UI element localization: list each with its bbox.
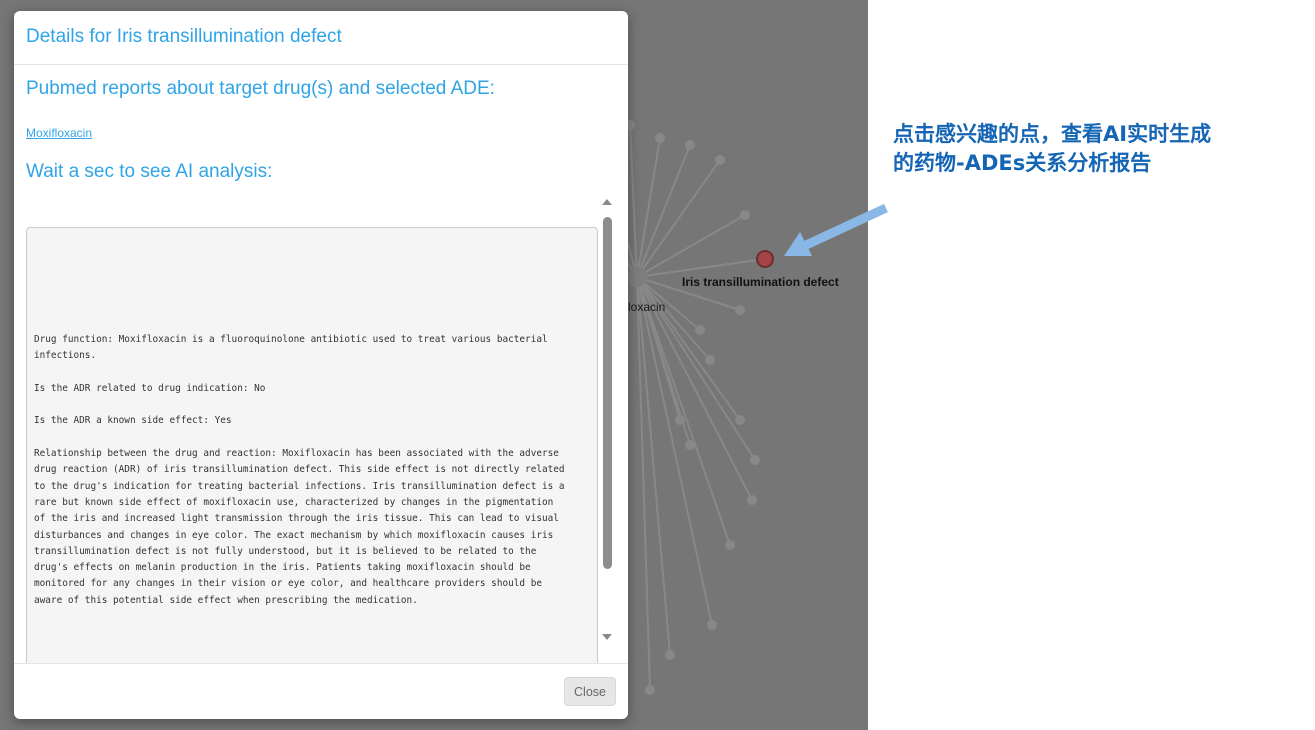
modal-body-scroll-area[interactable]: Drug function: Moxifloxacin is a fluoroq… — [14, 191, 628, 663]
modal-header: Details for Iris transillumination defec… — [14, 11, 628, 65]
graph-node[interactable] — [735, 305, 745, 315]
drug-node-label: loxacin — [628, 300, 666, 314]
graph-edge — [636, 137, 661, 278]
graph-node[interactable] — [715, 155, 725, 165]
modal-title: Details for Iris transillumination defec… — [26, 26, 342, 47]
graph-node[interactable] — [750, 455, 760, 465]
graph-edge — [636, 144, 691, 278]
graph-node[interactable] — [735, 415, 745, 425]
modal-footer: Close — [14, 663, 628, 719]
scroll-up-arrow-icon[interactable] — [602, 199, 612, 205]
annotation-line-1: 点击感兴趣的点，查看AI实时生成 — [893, 122, 1212, 146]
graph-node[interactable] — [665, 650, 675, 660]
ai-analysis-heading: Wait a sec to see AI analysis: — [26, 161, 273, 182]
close-button[interactable]: Close — [564, 677, 616, 706]
graph-node[interactable] — [705, 355, 715, 365]
drug-node[interactable] — [627, 267, 647, 287]
pointer-arrow-icon — [784, 203, 888, 256]
scroll-down-arrow-icon[interactable] — [602, 634, 612, 640]
graph-edge — [636, 276, 651, 691]
selected-node-label: Iris transillumination defect — [682, 275, 839, 289]
graph-node[interactable] — [707, 620, 717, 630]
annotation-text: 点击感兴趣的点，查看AI实时生成 的药物-ADEs关系分析报告 — [893, 120, 1211, 178]
graph-node[interactable] — [740, 210, 750, 220]
graph-node[interactable] — [695, 325, 705, 335]
pubmed-heading: Pubmed reports about target drug(s) and … — [26, 78, 495, 99]
graph-edge — [636, 159, 721, 278]
scrollbar[interactable] — [599, 191, 615, 663]
graph-node[interactable] — [655, 133, 665, 143]
graph-node[interactable] — [685, 440, 695, 450]
scrollbar-thumb[interactable] — [603, 217, 612, 569]
details-modal: Details for Iris transillumination defec… — [14, 11, 628, 719]
graph-edge — [636, 214, 746, 278]
graph-node[interactable] — [645, 685, 655, 695]
graph-node[interactable] — [747, 495, 757, 505]
graph-node[interactable] — [685, 140, 695, 150]
moxifloxacin-link[interactable]: Moxifloxacin — [26, 126, 92, 140]
ai-analysis-text: Drug function: Moxifloxacin is a fluoroq… — [34, 334, 565, 606]
annotation-line-2: 的药物-ADEs关系分析报告 — [893, 151, 1152, 175]
selected-adr-node[interactable] — [756, 250, 774, 268]
ai-analysis-box: Drug function: Moxifloxacin is a fluoroq… — [26, 227, 598, 663]
graph-node[interactable] — [725, 540, 735, 550]
